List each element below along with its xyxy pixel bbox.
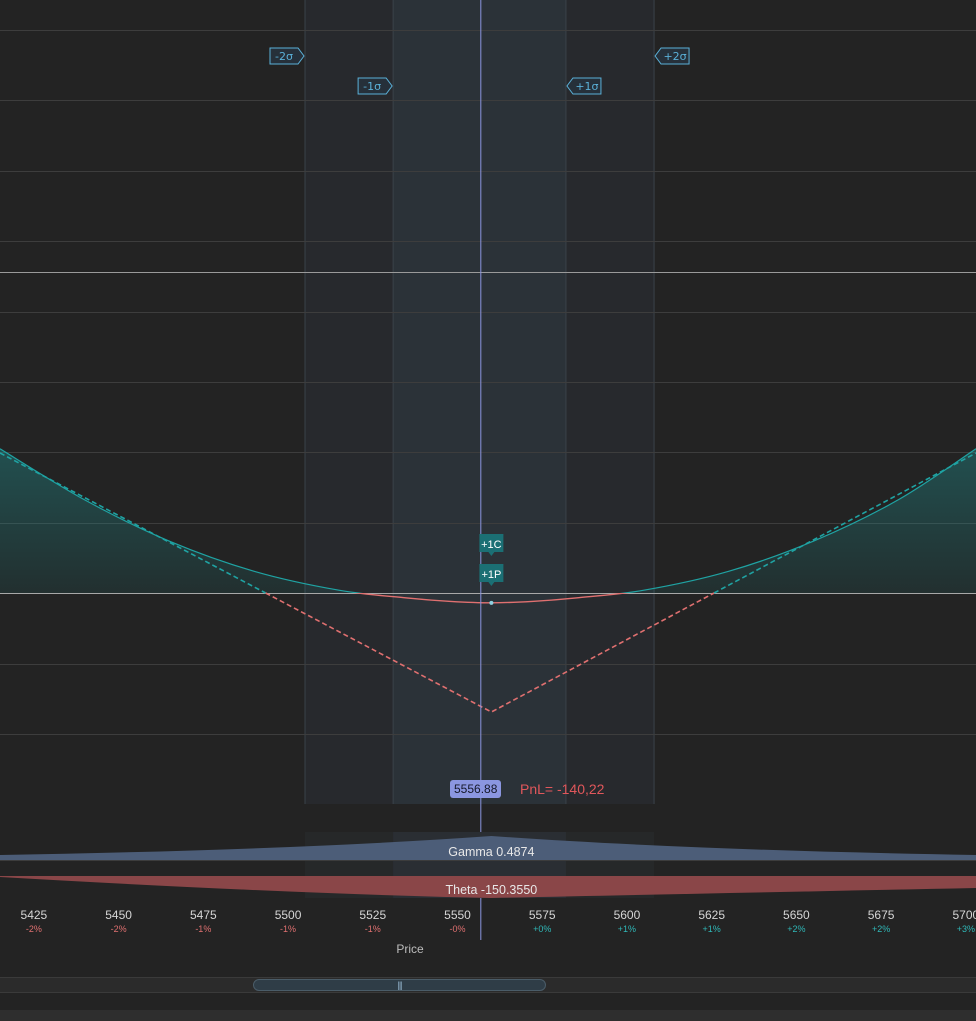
x-tick-percent: +2% xyxy=(872,924,890,934)
scrollbar-thumb[interactable]: ||| xyxy=(253,979,546,991)
x-tick-percent: -0% xyxy=(449,924,465,934)
x-tick-percent: +2% xyxy=(787,924,805,934)
sigma-label: +2σ xyxy=(663,50,686,63)
gamma-label: Gamma 0.4874 xyxy=(448,845,534,859)
x-tick-percent: -1% xyxy=(365,924,381,934)
current-price-tag: 5556.88 xyxy=(450,780,502,798)
sigma-label: -2σ xyxy=(275,50,293,63)
x-tick-percent: +1% xyxy=(703,924,721,934)
x-tick-percent: +0% xyxy=(533,924,551,934)
x-tick-label: 5525 xyxy=(359,908,386,922)
payoff-chart: -2σ -1σ +1σ +2σ +1C +1P Gamma 0.4874 Theta -15… xyxy=(0,0,976,940)
x-tick-percent: +3% xyxy=(957,924,975,934)
pnl-readout: PnL= -140,22 xyxy=(520,781,605,797)
sigma-1-band xyxy=(393,0,566,804)
sigma-label: -1σ xyxy=(363,80,381,93)
x-tick-label: 5675 xyxy=(868,908,895,922)
current-pnl-point xyxy=(489,600,494,605)
bottom-bar xyxy=(0,1010,976,1021)
x-tick-percent: -1% xyxy=(195,924,211,934)
x-tick-label: 5600 xyxy=(614,908,641,922)
x-tick-label: 5575 xyxy=(529,908,556,922)
x-tick-label: 5625 xyxy=(698,908,725,922)
x-tick-percent: -2% xyxy=(111,924,127,934)
x-tick-label: 5500 xyxy=(275,908,302,922)
horizontal-scrollbar[interactable]: ||| xyxy=(0,977,976,993)
leg-label: +1C xyxy=(481,539,502,551)
sigma-label: +1σ xyxy=(575,80,598,93)
theta-label: Theta -150.3550 xyxy=(446,883,538,897)
x-tick-label: 5425 xyxy=(21,908,48,922)
leg-label: +1P xyxy=(481,569,501,581)
x-tick-label: 5450 xyxy=(105,908,132,922)
grip-icon: ||| xyxy=(397,979,402,990)
x-tick-label: 5650 xyxy=(783,908,810,922)
x-tick-percent: -2% xyxy=(26,924,42,934)
x-axis-label: Price xyxy=(396,942,424,956)
x-tick-percent: +1% xyxy=(618,924,636,934)
x-tick-percent: -1% xyxy=(280,924,296,934)
x-tick-label: 5550 xyxy=(444,908,471,922)
x-tick-label: 5475 xyxy=(190,908,217,922)
x-tick-label: 5700 xyxy=(952,908,976,922)
